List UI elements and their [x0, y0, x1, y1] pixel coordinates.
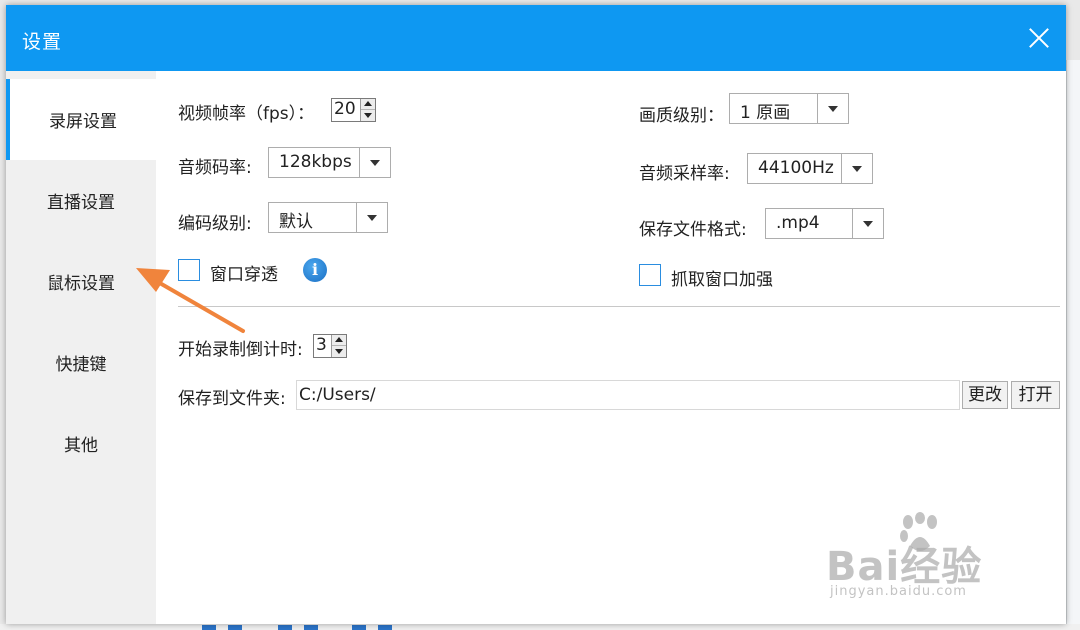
sidebar: 录屏设置 直播设置 鼠标设置 快捷键 其他: [6, 71, 156, 624]
close-icon[interactable]: [1024, 23, 1054, 53]
sidebar-item-hotkeys[interactable]: 快捷键: [6, 322, 156, 403]
sidebar-item-live-settings[interactable]: 直播设置: [6, 160, 156, 241]
countdown-value: 3: [316, 335, 327, 355]
background-icon: [228, 625, 242, 630]
countdown-increment-icon[interactable]: [332, 335, 346, 346]
sample-rate-select[interactable]: 44100Hz: [747, 153, 873, 184]
sidebar-item-record-settings[interactable]: 录屏设置: [6, 79, 156, 160]
sidebar-item-label: 鼠标设置: [47, 274, 115, 294]
sidebar-item-label: 其他: [64, 436, 98, 456]
save-format-value: .mp4: [776, 213, 820, 233]
save-folder-label: 保存到文件夹:: [178, 389, 286, 409]
fps-stepper[interactable]: 20: [331, 98, 376, 122]
countdown-stepper[interactable]: 3: [313, 334, 347, 358]
encode-level-select[interactable]: 默认: [268, 202, 388, 233]
background-taskbar: [0, 624, 1080, 630]
background-window-edge: [1066, 60, 1080, 630]
dialog-title: 设置: [22, 31, 63, 53]
quality-label: 画质级别：: [639, 106, 724, 126]
audio-bitrate-select[interactable]: 128kbps: [268, 147, 391, 178]
fps-label: 视频帧率（fps）：: [178, 104, 315, 124]
fps-value: 20: [334, 99, 356, 119]
divider: [178, 306, 1060, 307]
window-penetrate-checkbox[interactable]: [178, 259, 200, 281]
background-icon: [304, 625, 318, 630]
title-bar: 设置: [6, 5, 1066, 71]
capture-enhance-checkbox[interactable]: [639, 264, 661, 286]
chevron-down-icon: [356, 203, 387, 232]
capture-enhance-label: 抓取窗口加强: [671, 270, 773, 290]
save-folder-value: C:/Users/: [299, 385, 376, 405]
chevron-down-icon: [359, 148, 390, 177]
countdown-label: 开始录制倒计时:: [178, 340, 303, 360]
countdown-decrement-icon[interactable]: [332, 346, 346, 357]
info-icon[interactable]: i: [303, 258, 327, 282]
sidebar-item-label: 录屏设置: [49, 112, 117, 132]
background-icon: [278, 625, 292, 630]
save-format-select[interactable]: .mp4: [765, 208, 884, 239]
settings-dialog: 设置 录屏设置 直播设置 鼠标设置 快捷键 其他 视频帧率（fps）： 20 画…: [6, 5, 1066, 624]
settings-panel: 视频帧率（fps）： 20 画质级别： 1 原画 音频码率: 128kbps 音…: [156, 71, 1066, 624]
audio-bitrate-label: 音频码率:: [178, 158, 252, 178]
chevron-down-icon: [852, 209, 883, 238]
open-folder-button[interactable]: 打开: [1011, 381, 1060, 409]
save-format-label: 保存文件格式:: [639, 220, 747, 240]
window-penetrate-label: 窗口穿透: [210, 265, 278, 285]
fps-decrement-icon[interactable]: [361, 110, 375, 121]
encode-level-value: 默认: [279, 212, 313, 232]
background-icon: [202, 625, 216, 630]
audio-bitrate-value: 128kbps: [279, 152, 352, 172]
encode-level-label: 编码级别:: [178, 214, 252, 234]
fps-increment-icon[interactable]: [361, 99, 375, 110]
sidebar-item-label: 直播设置: [47, 193, 115, 213]
chevron-down-icon: [817, 94, 848, 123]
quality-select[interactable]: 1 原画: [729, 93, 849, 124]
quality-value: 1 原画: [740, 103, 791, 123]
sample-rate-label: 音频采样率:: [639, 164, 730, 184]
background-icon: [378, 625, 392, 630]
sidebar-item-other[interactable]: 其他: [6, 403, 156, 484]
sidebar-item-mouse-settings[interactable]: 鼠标设置: [6, 241, 156, 322]
change-folder-button[interactable]: 更改: [962, 381, 1008, 409]
save-folder-input[interactable]: C:/Users/: [296, 380, 960, 410]
sidebar-item-label: 快捷键: [55, 355, 107, 375]
sample-rate-value: 44100Hz: [758, 158, 834, 178]
chevron-down-icon: [841, 154, 872, 183]
background-icon: [352, 625, 366, 630]
